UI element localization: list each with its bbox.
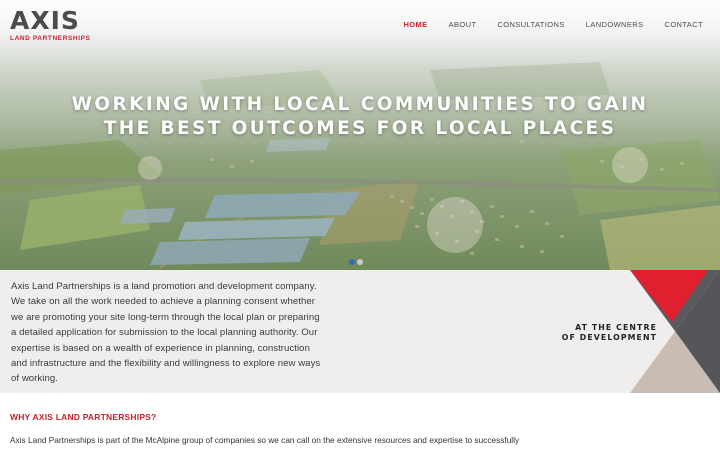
hero-banner: AXIS LAND PARTNERSHIPS HOME ABOUT CONSUL…	[0, 0, 720, 270]
axis-logo[interactable]: AXIS LAND PARTNERSHIPS	[10, 6, 91, 43]
nav-contact[interactable]: CONTACT	[665, 20, 704, 29]
slider-dot-2[interactable]	[357, 259, 363, 265]
tagline-line-2: OF DEVELOPMENT	[561, 333, 657, 342]
logo-wordmark: AXIS	[10, 6, 80, 35]
hero-headline: WORKING WITH LOCAL COMMUNITIES TO GAIN T…	[0, 93, 720, 141]
hero-headline-line-1: WORKING WITH LOCAL COMMUNITIES TO GAIN	[71, 94, 649, 115]
centre-of-development-tagline: AT THE CENTRE OF DEVELOPMENT	[562, 323, 657, 343]
nav-consultations[interactable]: CONSULTATIONS	[497, 20, 564, 29]
tagline-line-1: AT THE CENTRE	[575, 323, 657, 332]
nav-about[interactable]: ABOUT	[449, 20, 477, 29]
nav-landowners[interactable]: LANDOWNERS	[586, 20, 644, 29]
logo-tagline: LAND PARTNERSHIPS	[10, 35, 91, 42]
site-header: AXIS LAND PARTNERSHIPS HOME ABOUT CONSUL…	[0, 0, 720, 48]
why-paragraph: Axis Land Partnerships is part of the Mc…	[10, 435, 520, 450]
intro-section: Axis Land Partnerships is a land promoti…	[0, 270, 720, 393]
nav-home[interactable]: HOME	[403, 20, 427, 29]
main-nav: HOME ABOUT CONSULTATIONS LANDOWNERS CONT…	[382, 20, 703, 29]
slider-dot-1[interactable]	[349, 259, 355, 265]
why-heading: WHY AXIS LAND PARTNERSHIPS?	[10, 412, 157, 422]
intro-paragraph: Axis Land Partnerships is a land promoti…	[11, 281, 321, 385]
hero-headline-line-2: THE BEST OUTCOMES FOR LOCAL PLACES	[103, 118, 617, 139]
